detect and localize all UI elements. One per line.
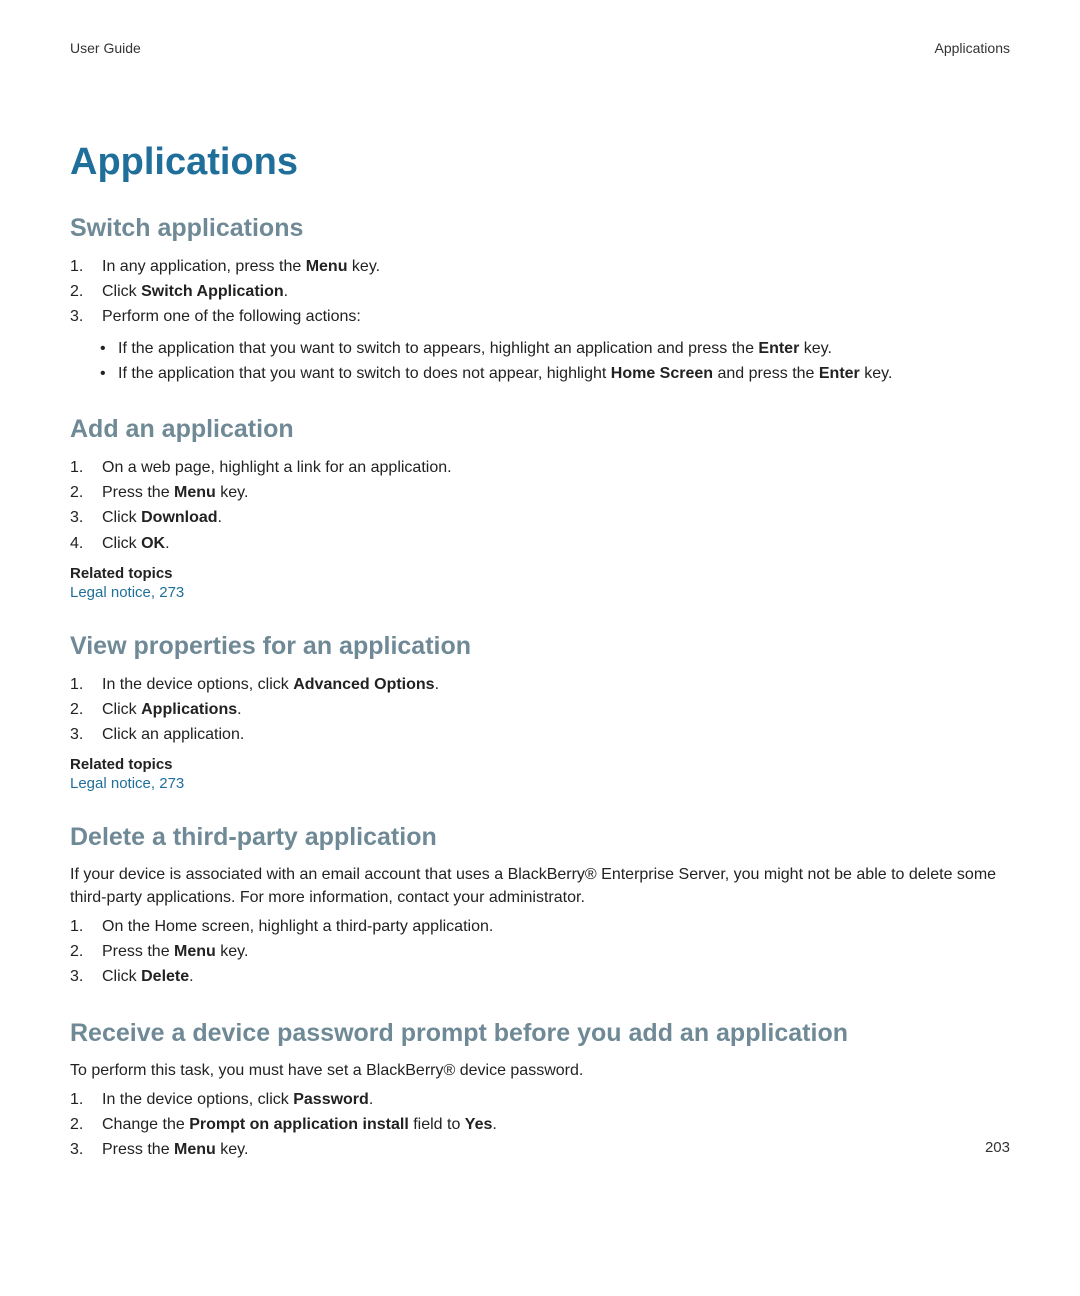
step-item: Change the Prompt on application install…	[70, 1113, 1010, 1136]
section-heading: View properties for an application	[70, 632, 1010, 661]
related-topics-link[interactable]: Legal notice, 273	[70, 584, 184, 601]
step-item: On a web page, highlight a link for an a…	[70, 456, 1010, 479]
step-item: Click OK.	[70, 532, 1010, 555]
sections-container: Switch applications In any application, p…	[70, 214, 1010, 1162]
step-list: In any application, press the Menu key.C…	[70, 255, 1010, 329]
bullet-item: If the application that you want to swit…	[100, 362, 1010, 385]
step-item: In any application, press the Menu key.	[70, 255, 1010, 278]
sub-bullet-list: If the application that you want to swit…	[100, 337, 1010, 385]
step-item: Click an application.	[70, 723, 1010, 746]
page: User Guide Applications Applications Swi…	[0, 0, 1080, 1296]
step-item: In the device options, click Advanced Op…	[70, 673, 1010, 696]
step-item: Click Download.	[70, 506, 1010, 529]
related-topics-link[interactable]: Legal notice, 273	[70, 775, 184, 792]
step-item: On the Home screen, highlight a third-pa…	[70, 915, 1010, 938]
step-list: In the device options, click Password.Ch…	[70, 1088, 1010, 1162]
section-heading: Switch applications	[70, 214, 1010, 243]
step-item: Perform one of the following actions:	[70, 305, 1010, 328]
section-heading: Receive a device password prompt before …	[70, 1019, 1010, 1048]
header-right: Applications	[935, 40, 1011, 56]
section-intro: If your device is associated with an ema…	[70, 864, 1010, 909]
bullet-item: If the application that you want to swit…	[100, 337, 1010, 360]
step-item: Press the Menu key.	[70, 940, 1010, 963]
step-item: Click Applications.	[70, 698, 1010, 721]
related-topics-label: Related topics	[70, 756, 1010, 773]
step-item: Click Delete.	[70, 965, 1010, 988]
section-heading: Delete a third-party application	[70, 823, 1010, 852]
step-list: On a web page, highlight a link for an a…	[70, 456, 1010, 555]
page-number: 203	[985, 1139, 1010, 1156]
step-item: Press the Menu key.	[70, 1138, 1010, 1161]
step-item: Click Switch Application.	[70, 280, 1010, 303]
step-item: Press the Menu key.	[70, 481, 1010, 504]
section-intro: To perform this task, you must have set …	[70, 1060, 1010, 1082]
header-left: User Guide	[70, 40, 141, 56]
running-head: User Guide Applications	[70, 40, 1010, 56]
step-item: In the device options, click Password.	[70, 1088, 1010, 1111]
chapter-title: Applications	[70, 141, 1010, 184]
related-topics-label: Related topics	[70, 565, 1010, 582]
step-list: On the Home screen, highlight a third-pa…	[70, 915, 1010, 989]
section-heading: Add an application	[70, 415, 1010, 444]
step-list: In the device options, click Advanced Op…	[70, 673, 1010, 747]
